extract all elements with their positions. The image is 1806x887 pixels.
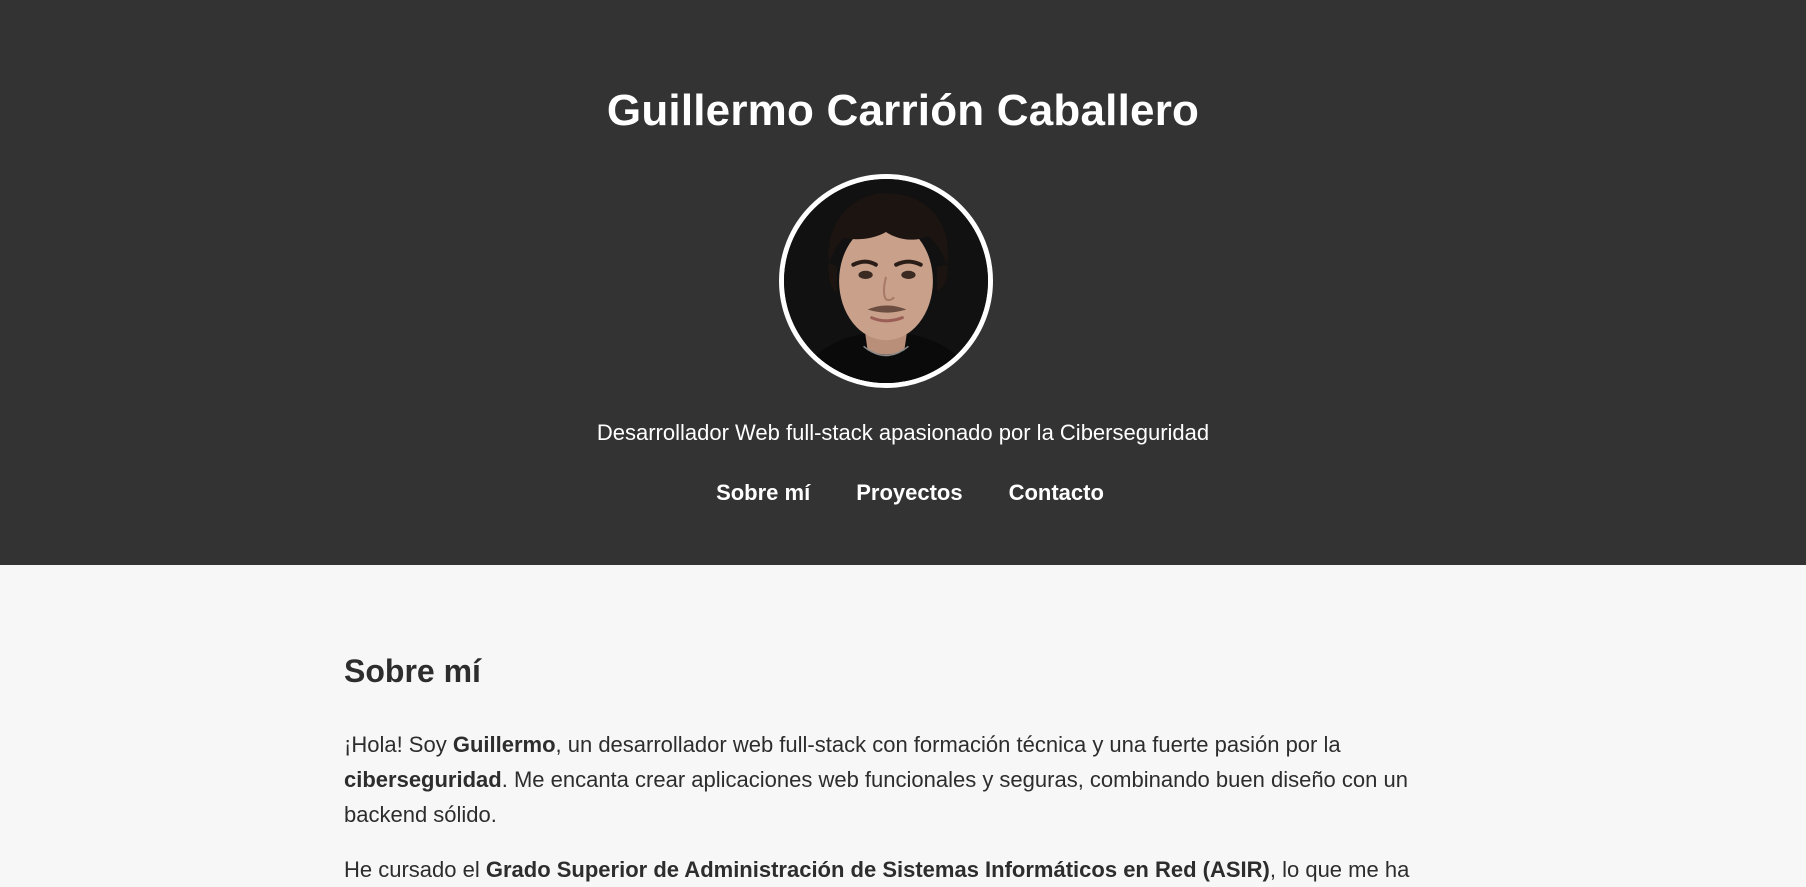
hero-header: Guillermo Carrión Caballero Desarrollado…: [0, 0, 1806, 565]
text-segment: ¡Hola! Soy: [344, 732, 453, 757]
avatar: [779, 174, 993, 388]
about-paragraph-2: He cursado el Grado Superior de Administ…: [344, 852, 1444, 887]
section-title: Sobre mí: [344, 653, 481, 689]
site-title: Guillermo Carrión Caballero: [606, 86, 1200, 135]
nav-link-proyectos[interactable]: Proyectos: [856, 478, 962, 508]
text-segment: . Me encanta crear aplicaciones web func…: [344, 767, 1408, 827]
profile-photo-icon: [784, 179, 988, 383]
text-segment: , lo que me ha: [1269, 857, 1410, 882]
nav-link-sobre-mi[interactable]: Sobre mí: [716, 478, 810, 508]
highlight-ciberseguridad: ciberseguridad: [344, 767, 502, 792]
about-paragraph-1: ¡Hola! Soy Guillermo, un desarrollador w…: [344, 727, 1444, 832]
highlight-degree: Grado Superior de Administración de Sist…: [485, 857, 1270, 882]
text-segment: , un desarrollador web full-stack con fo…: [555, 732, 1341, 757]
text-segment: He cursado el: [344, 857, 486, 882]
tagline: Desarrollador Web full-stack apasionado …: [596, 420, 1210, 445]
nav-link-contacto[interactable]: Contacto: [1009, 478, 1104, 508]
highlight-name: Guillermo: [452, 732, 556, 757]
main-nav: Sobre mí Proyectos Contacto: [0, 478, 1806, 508]
